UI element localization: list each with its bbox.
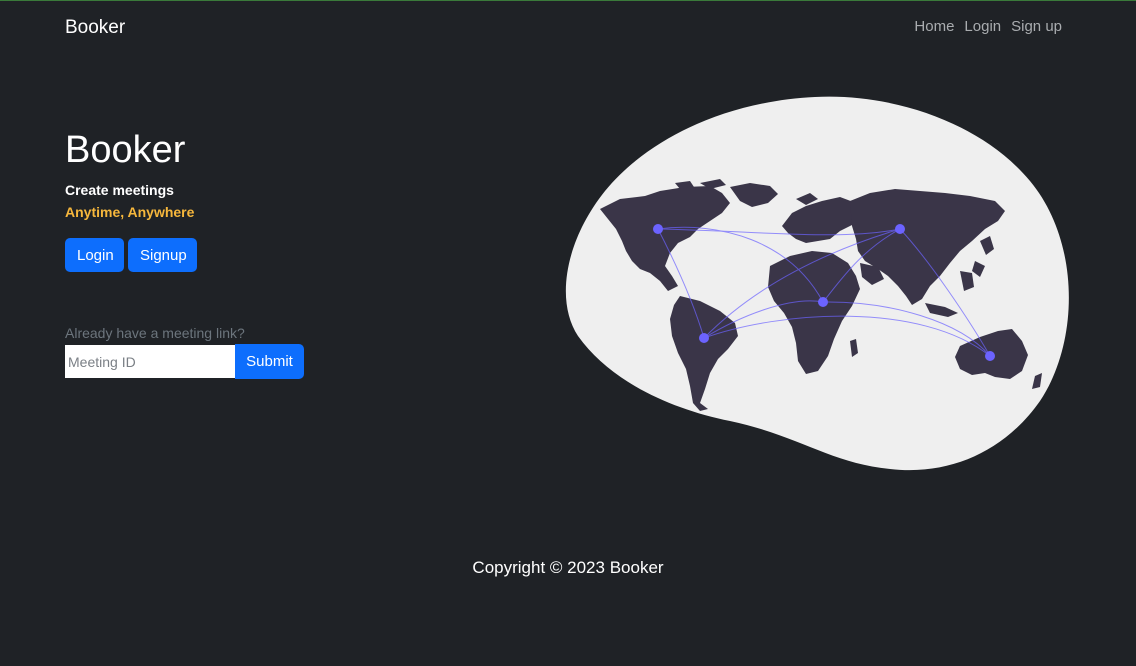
hero-subtitle: Create meetings xyxy=(65,182,174,198)
nav-link-login[interactable]: Login xyxy=(959,18,1006,35)
meeting-id-input[interactable] xyxy=(65,345,235,378)
navbar: Booker Home Login Sign up xyxy=(0,1,1136,57)
login-button[interactable]: Login xyxy=(65,238,124,272)
submit-button[interactable]: Submit xyxy=(235,344,304,379)
node-africa xyxy=(818,297,828,307)
nav-links: Home Login Sign up xyxy=(909,18,1062,35)
hero-tagline: Anytime, Anywhere xyxy=(65,204,195,220)
node-asia xyxy=(895,224,905,234)
signup-button[interactable]: Signup xyxy=(128,238,197,272)
nav-link-signup[interactable]: Sign up xyxy=(1006,18,1062,35)
meeting-link-label: Already have a meeting link? xyxy=(65,325,245,341)
nav-link-home[interactable]: Home xyxy=(909,18,959,35)
footer: Copyright © 2023 Booker xyxy=(0,558,1136,578)
world-map-illustration xyxy=(565,96,1069,471)
copyright-text: Copyright © 2023 Booker xyxy=(472,558,664,577)
node-south-america xyxy=(699,333,709,343)
hero-title: Booker xyxy=(65,129,186,171)
node-australia xyxy=(985,351,995,361)
node-north-america xyxy=(653,224,663,234)
page: Booker Home Login Sign up Booker Create … xyxy=(0,0,1136,666)
brand-link[interactable]: Booker xyxy=(65,17,125,39)
